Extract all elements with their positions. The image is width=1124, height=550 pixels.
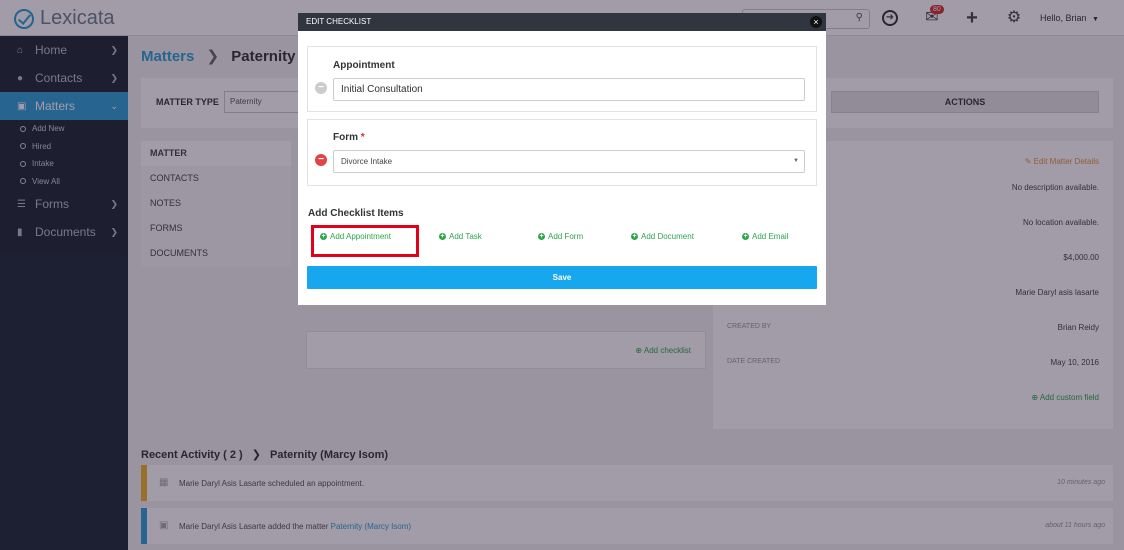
plus-circle-icon: + <box>631 233 638 240</box>
add-email-link[interactable]: + Add Email <box>742 232 788 241</box>
remove-circle-icon: − <box>315 82 327 94</box>
appointment-label: Appointment <box>333 60 395 71</box>
save-button[interactable]: Save <box>307 266 817 289</box>
form-select-value: Divorce Intake <box>341 157 393 166</box>
add-document-link[interactable]: + Add Document <box>631 232 694 241</box>
plus-circle-icon: + <box>538 233 545 240</box>
remove-circle-icon[interactable]: − <box>315 154 327 166</box>
form-card: − Form * Divorce Intake ▼ <box>307 119 817 186</box>
close-icon[interactable]: × <box>810 16 822 28</box>
add-checklist-items-title: Add Checklist Items <box>308 208 404 219</box>
modal-header: EDIT CHECKLIST × <box>298 13 826 31</box>
add-form-link[interactable]: + Add Form <box>538 232 583 241</box>
form-select[interactable]: Divorce Intake ▼ <box>333 150 805 173</box>
plus-circle-icon: + <box>742 233 749 240</box>
plus-circle-icon: + <box>439 233 446 240</box>
required-mark: * <box>360 132 365 143</box>
chevron-down-icon: ▼ <box>793 158 799 164</box>
appointment-input[interactable] <box>333 78 805 101</box>
highlight-box <box>311 225 419 257</box>
modal-title: EDIT CHECKLIST <box>306 17 372 26</box>
edit-checklist-modal: EDIT CHECKLIST × − Appointment − Form * … <box>298 13 826 305</box>
appointment-card: − Appointment <box>307 46 817 112</box>
add-task-link[interactable]: + Add Task <box>439 232 482 241</box>
form-label: Form * <box>333 132 365 143</box>
